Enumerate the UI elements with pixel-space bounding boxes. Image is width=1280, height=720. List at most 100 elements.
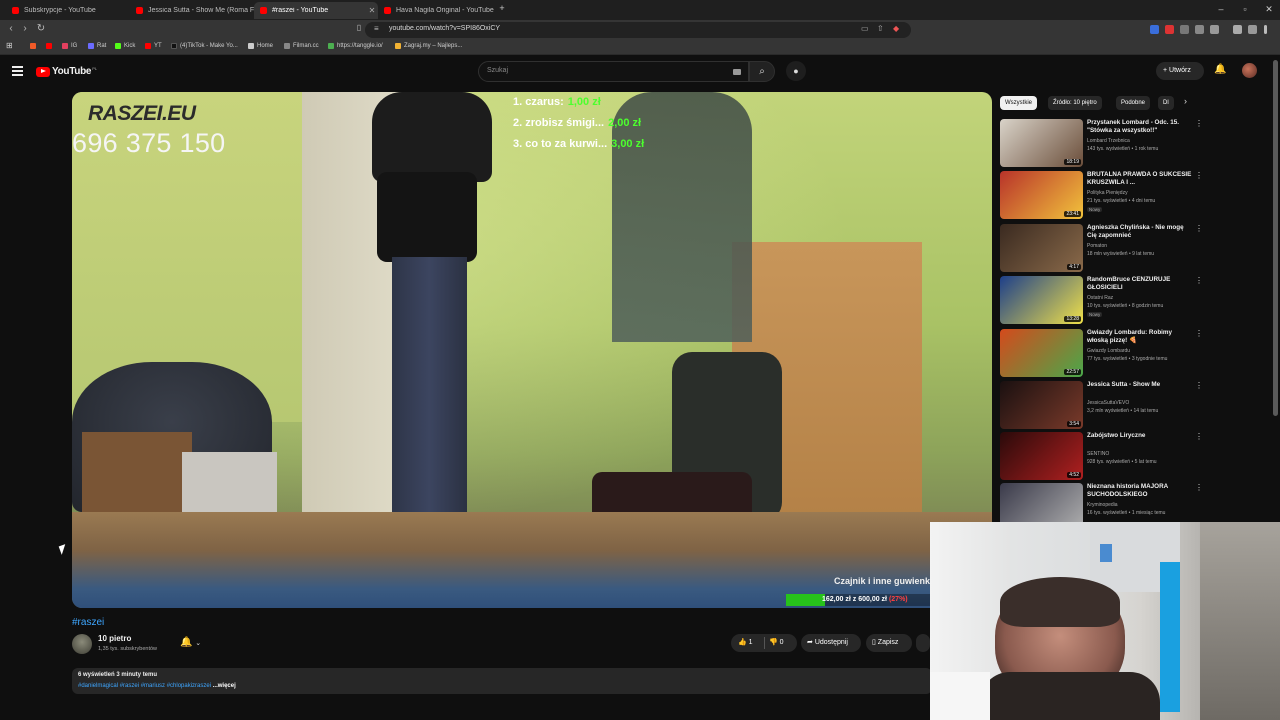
search-input[interactable]: Szukaj bbox=[478, 61, 749, 82]
account-avatar[interactable] bbox=[1242, 63, 1257, 78]
video-thumbnail[interactable]: 4:17 bbox=[1000, 224, 1083, 272]
new-tab-button[interactable]: + bbox=[495, 3, 509, 13]
bookmark-kick[interactable]: Kick bbox=[115, 43, 135, 49]
more-options-icon[interactable]: ⋮ bbox=[1195, 171, 1203, 180]
chevron-right-icon[interactable]: › bbox=[1184, 96, 1187, 106]
install-icon[interactable]: ▭ bbox=[861, 24, 869, 33]
browser-tab-active[interactable]: #raszei - YouTube ✕ bbox=[254, 2, 378, 19]
recommendation-channel[interactable]: Kryminopedia bbox=[1087, 502, 1118, 508]
recommendation-item[interactable]: 4:52 Zabójstwo Liryczne SENTINO 928 tys. wy… bbox=[1000, 432, 1205, 484]
video-player[interactable]: RASZEI.EU 696 375 150 1. czarus: 1,00 zł … bbox=[72, 92, 992, 608]
notifications-bell-icon[interactable]: 🔔 bbox=[1214, 64, 1226, 75]
extension-icon[interactable] bbox=[1180, 25, 1189, 34]
bookmark-ig[interactable]: IG bbox=[62, 43, 77, 49]
share-icon[interactable]: ⇧ bbox=[877, 24, 884, 33]
close-window-icon[interactable]: ✕ bbox=[1262, 4, 1276, 15]
scrollbar[interactable] bbox=[1273, 60, 1278, 416]
video-title[interactable]: #raszei bbox=[72, 617, 104, 628]
browser-menu-icon[interactable] bbox=[1264, 25, 1267, 34]
bookmark-zagraj[interactable]: Zagraj.my – Najleps... bbox=[395, 43, 462, 49]
channel-avatar[interactable] bbox=[72, 634, 92, 654]
search-button[interactable]: ⌕ bbox=[749, 61, 775, 82]
bookmark-item[interactable] bbox=[30, 43, 39, 49]
more-options-icon[interactable]: ⋮ bbox=[1195, 432, 1203, 441]
recommendation-channel[interactable]: JessicaSuttaVEVO bbox=[1087, 400, 1129, 406]
recommendation-item[interactable]: 4:17 Agnieszka Chylińska - Nie mogę Cię z… bbox=[1000, 224, 1205, 276]
recommendation-title[interactable]: Zabójstwo Liryczne bbox=[1087, 432, 1192, 440]
browser-tab[interactable]: Jessica Sutta - Show Me (Roma F bbox=[130, 2, 254, 19]
create-button[interactable]: + Utwórz bbox=[1156, 62, 1204, 80]
bookmark-icon[interactable]: ▯ bbox=[352, 23, 366, 32]
maximize-icon[interactable]: ▫ bbox=[1238, 4, 1252, 14]
video-thumbnail[interactable]: 3:54 bbox=[1000, 381, 1083, 429]
save-button[interactable]: ▯ Zapisz bbox=[866, 634, 912, 652]
recommendation-title[interactable]: Jessica Sutta - Show Me bbox=[1087, 381, 1192, 389]
recommendation-title[interactable]: Nieznana historia MAJORA SUCHODOLSKIEGO bbox=[1087, 483, 1192, 499]
address-bar[interactable]: ≡ youtube.com/watch?v=SPI86OxiCY ▭ ⇧ ◆ bbox=[365, 22, 911, 38]
extension-icon[interactable] bbox=[1195, 25, 1204, 34]
more-options-icon[interactable]: ⋮ bbox=[1195, 483, 1203, 492]
voice-search-button[interactable]: ● bbox=[786, 61, 806, 81]
bookmark-home[interactable]: Home bbox=[248, 43, 273, 49]
extension-icon[interactable] bbox=[1150, 25, 1159, 34]
forward-icon[interactable]: › bbox=[18, 23, 32, 34]
bookmark-item[interactable] bbox=[46, 43, 55, 49]
bookmark-yt[interactable]: YT bbox=[145, 43, 162, 49]
recommendation-item[interactable]: 3:54 Jessica Sutta - Show Me JessicaSuttaV… bbox=[1000, 381, 1205, 433]
recommendation-item[interactable]: 13:28 RandomBruce CENZURUJE GŁOSICIELI Ost… bbox=[1000, 276, 1205, 328]
dislike-button[interactable]: 👎 0 bbox=[769, 634, 784, 652]
bookmark-tanggle[interactable]: https://tanggle.io/ bbox=[328, 43, 383, 49]
extension-icon[interactable] bbox=[1248, 25, 1257, 34]
video-thumbnail[interactable]: 23:41 bbox=[1000, 171, 1083, 219]
bookmark-rat[interactable]: Rat bbox=[88, 43, 106, 49]
recommendation-title[interactable]: Gwiazdy Lombardu: Robimy włoską pizzę! 🍕 bbox=[1087, 329, 1192, 345]
hamburger-menu-icon[interactable] bbox=[12, 66, 23, 76]
reload-icon[interactable]: ↻ bbox=[34, 23, 48, 34]
keyboard-icon[interactable] bbox=[733, 69, 741, 75]
share-button[interactable]: ➦ Udostępnij bbox=[801, 634, 861, 652]
recommendation-item[interactable]: 22:57 Gwiazdy Lombardu: Robimy włoską piz… bbox=[1000, 329, 1205, 381]
extension-icon[interactable] bbox=[1165, 25, 1174, 34]
recommendation-channel[interactable]: Pomaton bbox=[1087, 243, 1107, 249]
browser-tab[interactable]: Hava Nagila Original - YouTube bbox=[378, 2, 502, 19]
recommendation-title[interactable]: Agnieszka Chylińska - Nie mogę Cię zapom… bbox=[1087, 224, 1192, 240]
more-options-icon[interactable]: ⋮ bbox=[1195, 119, 1203, 128]
recommendation-title[interactable]: BRUTALNA PRAWDA O SUKCESIE KRUSZWILA I .… bbox=[1087, 171, 1192, 187]
recommendation-channel[interactable]: Polityka Pieniędzy bbox=[1087, 190, 1128, 196]
bookmark-filman[interactable]: Filman.cc bbox=[284, 43, 319, 49]
more-options-icon[interactable]: ⋮ bbox=[1195, 381, 1203, 390]
like-button[interactable]: 👍 1 bbox=[738, 634, 753, 652]
download-button[interactable] bbox=[916, 634, 930, 652]
video-thumbnail[interactable]: 13:28 bbox=[1000, 276, 1083, 324]
extension-icon[interactable] bbox=[1233, 25, 1242, 34]
more-options-icon[interactable]: ⋮ bbox=[1195, 329, 1203, 338]
description-box[interactable]: 6 wyświetleń 3 minuty temu #danielmagica… bbox=[72, 668, 932, 694]
chip-partial[interactable]: Dl bbox=[1158, 96, 1174, 110]
video-thumbnail[interactable]: 4:52 bbox=[1000, 432, 1083, 480]
video-thumbnail[interactable]: 22:57 bbox=[1000, 329, 1083, 377]
site-info-icon[interactable]: ≡ bbox=[374, 24, 379, 33]
recommendation-channel[interactable]: Ostatni Raz bbox=[1087, 295, 1113, 301]
more-options-icon[interactable]: ⋮ bbox=[1195, 276, 1203, 285]
extension-icon[interactable] bbox=[1210, 25, 1219, 34]
chip-all[interactable]: Wszystkie bbox=[1000, 96, 1037, 110]
minimize-icon[interactable]: – bbox=[1214, 4, 1228, 14]
apps-grid-icon[interactable]: ⊞ bbox=[6, 41, 13, 50]
recommendation-item[interactable]: 18:19 Przystanek Lombard - Odc. 15. "Stów… bbox=[1000, 119, 1205, 171]
close-tab-icon[interactable]: ✕ bbox=[366, 6, 378, 15]
brave-shield-icon[interactable]: ◆ bbox=[893, 24, 899, 33]
subscription-bell-icon[interactable]: 🔔 ⌄ bbox=[180, 637, 201, 648]
recommendation-channel[interactable]: Lombard Trzebnica bbox=[1087, 138, 1130, 144]
chip-source[interactable]: Źródło: 10 piętro bbox=[1048, 96, 1102, 110]
recommendation-title[interactable]: RandomBruce CENZURUJE GŁOSICIELI bbox=[1087, 276, 1192, 292]
recommendation-channel[interactable]: Gwiazdy Lombardu bbox=[1087, 348, 1130, 354]
more-options-icon[interactable]: ⋮ bbox=[1195, 224, 1203, 233]
bookmark-tiktok[interactable]: (4)TikTok - Make Yo... bbox=[171, 43, 238, 49]
browser-tab[interactable]: Subskrypcje - YouTube bbox=[6, 2, 130, 19]
recommendation-channel[interactable]: SENTINO bbox=[1087, 451, 1109, 457]
recommendation-title[interactable]: Przystanek Lombard - Odc. 15. "Stówka za… bbox=[1087, 119, 1192, 135]
recommendation-item[interactable]: 23:41 BRUTALNA PRAWDA O SUKCESIE KRUSZWIL… bbox=[1000, 171, 1205, 223]
channel-name[interactable]: 10 pietro bbox=[98, 634, 131, 643]
video-thumbnail[interactable]: 18:19 bbox=[1000, 119, 1083, 167]
chip-related[interactable]: Podobne bbox=[1116, 96, 1151, 110]
